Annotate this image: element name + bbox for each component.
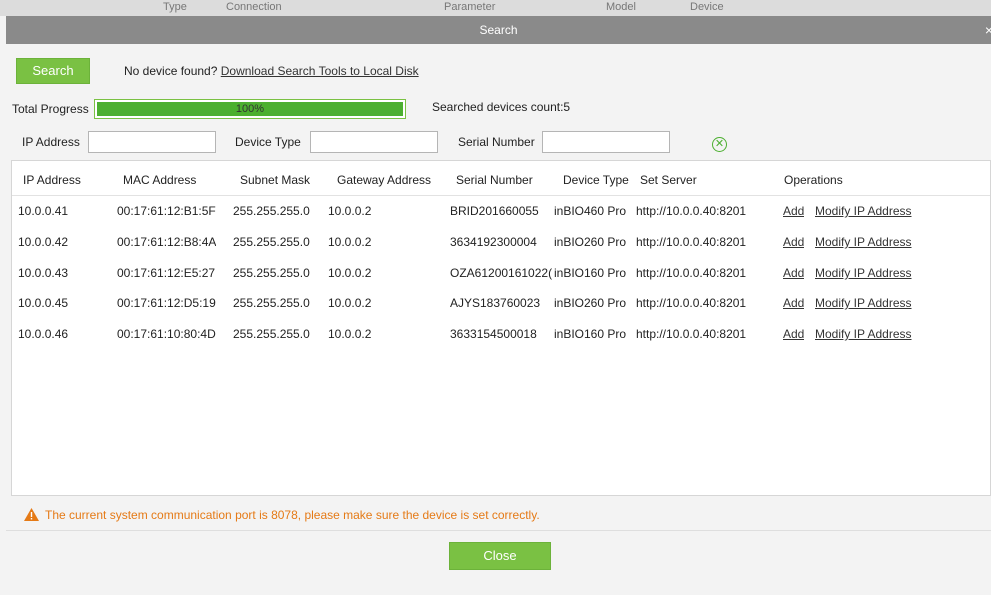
modify-ip-address-link[interactable]: Modify IP Address xyxy=(815,327,912,341)
cell-device-type: inBIO260 Pro xyxy=(554,235,627,249)
cell-mask: 255.255.255.0 xyxy=(233,296,310,310)
cell-set-server: http://10.0.0.40:8201 xyxy=(636,204,747,218)
cell-set-server: http://10.0.0.40:8201 xyxy=(636,235,747,249)
bg-header-type: Type xyxy=(163,1,187,13)
cell-ip: 10.0.0.42 xyxy=(18,235,69,249)
port-warning: The current system communication port is… xyxy=(24,508,540,524)
table-header: IP Address MAC Address Subnet Mask Gatew… xyxy=(12,161,990,196)
ip-address-label: IP Address xyxy=(22,135,80,149)
serial-number-label: Serial Number xyxy=(458,135,535,149)
search-dialog: Search × Search No device found? Downloa… xyxy=(6,16,991,595)
cell-device-type: inBIO260 Pro xyxy=(554,296,627,310)
bg-header-parameter: Parameter xyxy=(444,1,496,13)
warning-triangle-icon xyxy=(24,508,39,524)
device-table: IP Address MAC Address Subnet Mask Gatew… xyxy=(11,160,991,496)
cell-mask: 255.255.255.0 xyxy=(233,204,310,218)
searched-devices-count: Searched devices count:5 xyxy=(432,100,571,114)
cell-gateway: 10.0.0.2 xyxy=(328,235,372,249)
table-row[interactable]: 10.0.0.45 00:17:61:12:D5:19 255.255.255.… xyxy=(12,296,990,326)
cell-mac: 00:17:61:12:B1:5F xyxy=(117,204,216,218)
progress-percent: 100% xyxy=(235,103,265,115)
cell-set-server: http://10.0.0.40:8201 xyxy=(636,327,747,341)
cell-set-server: http://10.0.0.40:8201 xyxy=(636,266,747,280)
dialog-title-bar: Search × xyxy=(6,16,991,44)
no-device-text: No device found? xyxy=(124,64,218,78)
cell-mac: 00:17:61:12:D5:19 xyxy=(117,296,216,310)
cell-mac: 00:17:61:12:E5:27 xyxy=(117,266,216,280)
cell-serial: OZA61200161022( xyxy=(450,266,553,280)
cell-mask: 255.255.255.0 xyxy=(233,235,310,249)
cell-serial: AJYS183760023 xyxy=(450,296,541,310)
col-ip-address: IP Address xyxy=(23,173,81,187)
cell-serial: 3634192300004 xyxy=(450,235,537,249)
cell-gateway: 10.0.0.2 xyxy=(328,204,372,218)
add-link[interactable]: Add xyxy=(783,204,804,218)
table-row[interactable]: 10.0.0.41 00:17:61:12:B1:5F 255.255.255.… xyxy=(12,204,990,234)
cell-mask: 255.255.255.0 xyxy=(233,266,310,280)
add-link[interactable]: Add xyxy=(783,327,804,341)
total-progress-bar: 100% xyxy=(94,99,406,119)
device-type-label: Device Type xyxy=(235,135,301,149)
modify-ip-address-link[interactable]: Modify IP Address xyxy=(815,296,912,310)
cell-ip: 10.0.0.45 xyxy=(18,296,69,310)
table-row[interactable]: 10.0.0.43 00:17:61:12:E5:27 255.255.255.… xyxy=(12,266,990,296)
cell-mask: 255.255.255.0 xyxy=(233,327,310,341)
background-column-header: Type Connection Parameter Model Device xyxy=(0,0,991,16)
bg-header-connection: Connection xyxy=(226,1,282,13)
total-progress-label: Total Progress xyxy=(12,102,89,116)
cell-device-type: inBIO160 Pro xyxy=(554,266,627,280)
cell-ip: 10.0.0.41 xyxy=(18,204,69,218)
col-device-type: Device Type xyxy=(563,173,629,187)
serial-number-input[interactable] xyxy=(542,131,670,153)
add-link[interactable]: Add xyxy=(783,235,804,249)
cell-gateway: 10.0.0.2 xyxy=(328,327,372,341)
col-operations: Operations xyxy=(784,173,843,187)
bg-header-device: Device xyxy=(690,1,724,13)
modify-ip-address-link[interactable]: Modify IP Address xyxy=(815,235,912,249)
footer-divider xyxy=(6,530,991,531)
device-type-input[interactable] xyxy=(310,131,438,153)
cell-ip: 10.0.0.46 xyxy=(18,327,69,341)
download-search-tools-link[interactable]: Download Search Tools to Local Disk xyxy=(221,64,419,78)
cell-mac: 00:17:61:12:B8:4A xyxy=(117,235,217,249)
no-device-message: No device found? Download Search Tools t… xyxy=(124,64,419,78)
cell-serial: BRID201660055 xyxy=(450,204,539,218)
dialog-title: Search xyxy=(479,23,518,37)
col-gateway-address: Gateway Address xyxy=(337,173,432,187)
cell-device-type: inBIO160 Pro xyxy=(554,327,627,341)
col-subnet-mask: Subnet Mask xyxy=(240,173,311,187)
add-link[interactable]: Add xyxy=(783,266,804,280)
modify-ip-address-link[interactable]: Modify IP Address xyxy=(815,204,912,218)
search-button[interactable]: Search xyxy=(16,58,90,84)
col-set-server: Set Server xyxy=(640,173,697,187)
add-link[interactable]: Add xyxy=(783,296,804,310)
table-row[interactable]: 10.0.0.46 00:17:61:10:80:4D 255.255.255.… xyxy=(12,327,990,357)
table-row[interactable]: 10.0.0.42 00:17:61:12:B8:4A 255.255.255.… xyxy=(12,235,990,265)
close-icon[interactable]: × xyxy=(985,16,991,44)
clear-circle-icon[interactable]: ✕ xyxy=(712,137,727,152)
cell-ip: 10.0.0.43 xyxy=(18,266,69,280)
cell-set-server: http://10.0.0.40:8201 xyxy=(636,296,747,310)
warning-text: The current system communication port is… xyxy=(45,508,540,522)
cell-gateway: 10.0.0.2 xyxy=(328,296,372,310)
modify-ip-address-link[interactable]: Modify IP Address xyxy=(815,266,912,280)
cell-gateway: 10.0.0.2 xyxy=(328,266,372,280)
cell-device-type: inBIO460 Pro xyxy=(554,204,627,218)
cell-serial: 3633154500018 xyxy=(450,327,537,341)
bg-header-model: Model xyxy=(606,1,636,13)
ip-address-input[interactable] xyxy=(88,131,216,153)
close-button[interactable]: Close xyxy=(449,542,551,570)
cell-mac: 00:17:61:10:80:4D xyxy=(117,327,216,341)
col-serial-number: Serial Number xyxy=(456,173,533,187)
col-mac-address: MAC Address xyxy=(123,173,197,187)
